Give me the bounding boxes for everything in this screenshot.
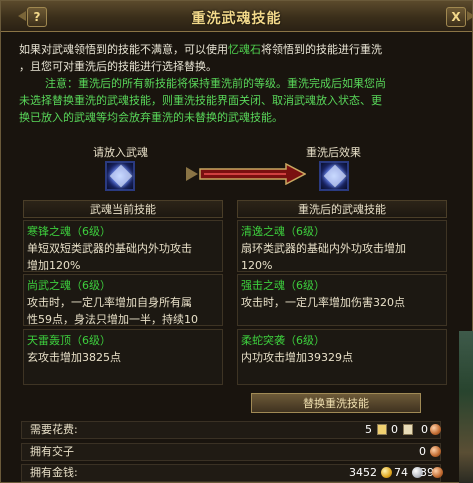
description: 如果对武魂领悟到的技能不满意，可以使用忆魂石将领悟到的技能进行重洗 ，且您可对重… <box>19 41 459 126</box>
skill-desc: 增加120% <box>27 259 81 272</box>
after-skill-3[interactable]: 柔蛇突袭（6级） 内功攻击增加39329点 <box>237 329 447 385</box>
title-bar: ? 重洗武魂技能 X <box>1 1 473 32</box>
insert-soul-label: 请放入武魂 <box>93 146 148 159</box>
note-line-1: 注意：重洗后的所有新技能将保持重洗前的等级。重洗完成后如果您尚 <box>45 77 386 90</box>
after-skill-1[interactable]: 清逸之魂（6级） 扇环类武器的基础内外功攻击增加 120% <box>237 220 447 272</box>
required-cost-label: 需要花费: <box>30 423 78 436</box>
skill-desc: 单短双短类武器的基础内外功攻击 <box>27 242 192 255</box>
required-cost-row: 需要花费: 5 0 0 <box>21 421 441 439</box>
replace-rewashed-skill-button[interactable]: 替换重洗技能 <box>251 393 421 413</box>
skill-desc: 120% <box>241 259 273 272</box>
current-skill-1[interactable]: 寒锋之魂（6级） 单短双短类武器的基础内外功攻击 增加120% <box>23 220 223 272</box>
skill-desc: 玄攻击增加3825点 <box>27 351 121 364</box>
skill-desc: 性59点，身法只增加一半，持续10 <box>27 313 198 326</box>
desc-line-2: ，且您可对重洗后的技能进行选择替换。 <box>19 60 217 73</box>
close-button[interactable]: X <box>446 7 473 27</box>
owned-notes-value: 0 <box>419 445 426 458</box>
owned-silver-value: 74 <box>394 466 408 479</box>
required-cost-value-c: 0 <box>421 423 428 436</box>
skill-name: 尚武之魂（6级） <box>27 279 111 292</box>
copper-coin-icon <box>432 467 443 478</box>
copper-coin-icon <box>430 424 441 435</box>
owned-notes-label: 拥有交子 <box>30 445 74 458</box>
desc-text: 将领悟到的技能进行重洗 <box>261 43 382 56</box>
skill-name: 寒锋之魂（6级） <box>27 225 111 238</box>
skill-name: 天雷轰顶（6级） <box>27 334 111 347</box>
skill-name: 强击之魂（6级） <box>241 279 325 292</box>
after-skill-2[interactable]: 强击之魂（6级） 攻击时，一定几率增加伤害320点 <box>237 274 447 326</box>
window-title: 重洗武魂技能 <box>191 11 282 27</box>
gold-note-icon <box>377 424 387 435</box>
current-skill-2[interactable]: 尚武之魂（6级） 攻击时，一定几率增加自身所有属 性59点，身法只增加一半，持续… <box>23 274 223 326</box>
weapon-soul-icon <box>109 164 133 188</box>
skill-desc: 攻击时，一定几率增加伤害320点 <box>241 296 405 309</box>
close-icon: X <box>451 10 461 24</box>
owned-money-label: 拥有金钱: <box>30 466 78 479</box>
soul-input-slot[interactable] <box>105 161 135 191</box>
silver-note-icon <box>403 424 413 435</box>
skill-name: 柔蛇突袭（6级） <box>241 334 325 347</box>
current-skills-header: 武魂当前技能 <box>23 200 223 218</box>
owned-gold-value: 3452 <box>349 466 377 479</box>
required-cost-value-a: 5 <box>365 423 372 436</box>
skill-desc: 内功攻击增加39329点 <box>241 351 353 364</box>
desc-text: 如果对武魂领悟到的技能不满意，可以使用 <box>19 43 228 56</box>
background-scenery <box>459 331 473 483</box>
result-label: 重洗后效果 <box>306 146 361 159</box>
current-skill-3[interactable]: 天雷轰顶（6级） 玄攻击增加3825点 <box>23 329 223 385</box>
note-line-2: 未选择替换重洗的武魂技能，则重洗技能界面关闭、取消武魂放入状态、更 <box>19 94 382 107</box>
skill-name: 清逸之魂（6级） <box>241 225 325 238</box>
owned-money-row: 拥有金钱: 3452 74 39 <box>21 464 443 482</box>
notes-coin-icon <box>430 446 441 457</box>
weapon-soul-icon <box>323 164 347 188</box>
skill-desc: 攻击时，一定几率增加自身所有属 <box>27 296 192 309</box>
skill-desc: 扇环类武器的基础内外功攻击增加 <box>241 242 406 255</box>
owned-notes-row: 拥有交子 0 <box>21 443 441 461</box>
arrow-right-icon <box>186 163 306 185</box>
note-line-3: 换已放入的武魂等均会放弃重洗的未替换的武魂技能。 <box>19 111 283 124</box>
required-cost-value-b: 0 <box>391 423 398 436</box>
item-name-highlight: 忆魂石 <box>228 43 261 56</box>
after-skills-header: 重洗后的武魂技能 <box>237 200 447 218</box>
rewash-soul-skill-window: ? 重洗武魂技能 X 如果对武魂领悟到的技能不满意，可以使用忆魂石将领悟到的技能… <box>0 0 473 483</box>
desc-line-1: 如果对武魂领悟到的技能不满意，可以使用忆魂石将领悟到的技能进行重洗 <box>19 41 459 58</box>
soul-result-slot <box>319 161 349 191</box>
